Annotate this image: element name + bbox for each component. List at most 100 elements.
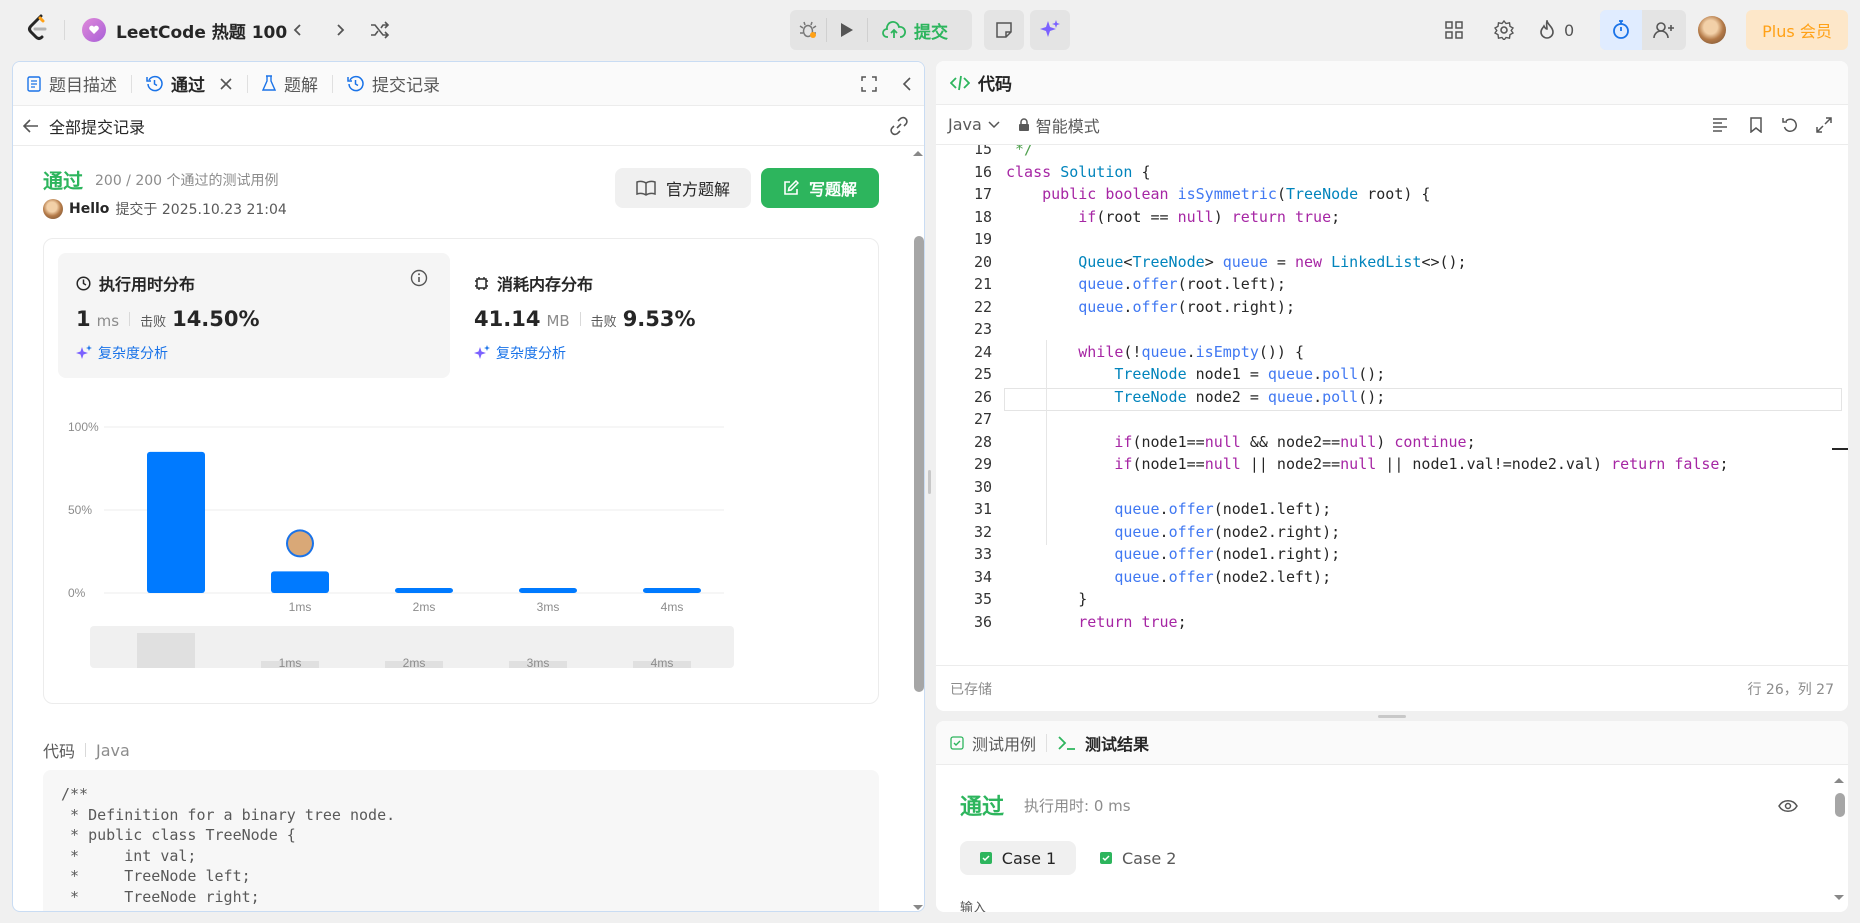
tab-submissions[interactable]: 提交记录 [333,62,454,106]
tab-description[interactable]: 题目描述 [13,62,131,106]
avatar[interactable] [1698,16,1726,44]
code-line[interactable]: queue.offer(root.left); [1006,273,1729,296]
complexity-label: 复杂度分析 [98,346,168,362]
chevron-left-icon [902,77,911,91]
user-marker-avatar[interactable] [288,531,312,556]
histogram-bar[interactable] [643,588,701,593]
horizontal-resize-handle[interactable] [1378,715,1406,718]
case-2-tab[interactable]: Case 2 [1100,841,1176,875]
tab-testcase[interactable]: 测试用例 [950,731,1046,755]
chip-icon [475,276,488,290]
beats-label: 击败 [590,315,617,330]
settings-button[interactable] [1490,16,1518,44]
vertical-resize-handle[interactable] [928,470,931,494]
histogram-bar[interactable] [147,451,205,593]
write-solution-label: 写题解 [808,180,857,199]
code-line[interactable] [1006,318,1729,341]
layout-button[interactable] [1440,16,1468,44]
runtime-complexity-link[interactable]: 复杂度分析 [76,343,168,363]
scroll-down-icon[interactable] [1832,893,1846,903]
streak-counter[interactable]: 0 [1538,16,1574,44]
memory-complexity-link[interactable]: 复杂度分析 [474,343,566,363]
code-line[interactable]: queue.offer(root.right); [1006,296,1729,319]
reset-button[interactable] [1780,115,1800,135]
runtime-distribution-chart[interactable]: 100% 50% 0% 1ms 2ms 3ms 4ms 1ms 2ms 3ms 4ms [44,389,880,689]
code-lines: */class Solution { public boolean isSymm… [1006,145,1729,633]
close-icon[interactable] [219,77,233,91]
code-line[interactable]: while(!queue.isEmpty()) { [1006,341,1729,364]
top-navbar: LeetCode 热题 100 提交 0 Plus 会员 [0,0,1860,60]
debug-button[interactable] [790,10,826,50]
submit-button[interactable]: 提交 [868,10,962,50]
notes-button[interactable] [984,10,1024,50]
code-line[interactable]: if(root == null) return true; [1006,206,1729,229]
ai-assistant-button[interactable] [1030,10,1070,50]
code-line[interactable] [1006,408,1729,431]
official-solution-button[interactable]: 官方题解 [615,168,751,208]
code-line[interactable]: queue.offer(node2.right); [1006,521,1729,544]
code-line[interactable]: Queue<TreeNode> queue = new LinkedList<>… [1006,251,1729,274]
code-line[interactable]: if(node1==null && node2==null) continue; [1006,431,1729,454]
left-tabbar: 题目描述 通过 题解 提交记录 [13,62,924,106]
code-line[interactable]: class Solution { [1006,161,1729,184]
histogram-bar[interactable] [395,588,453,593]
code-line[interactable]: } [1006,588,1729,611]
code-line[interactable] [1006,228,1729,251]
tab-solutions[interactable]: 题解 [248,62,332,106]
smart-mode-toggle[interactable]: 智能模式 [1018,113,1100,137]
scroll-up-icon[interactable] [1832,775,1846,785]
tab-label: 测试结果 [1085,734,1150,754]
left-scrollbar[interactable] [911,148,925,912]
line-number: 20 [973,252,992,271]
random-problem-button[interactable] [366,16,394,44]
code-line[interactable]: return true; [1006,611,1729,634]
collapse-button[interactable] [897,74,917,94]
link-icon [890,116,908,136]
timer-button[interactable] [1600,10,1642,50]
fullscreen-button[interactable] [1814,115,1834,135]
code-line[interactable]: queue.offer(node2.left); [1006,566,1729,589]
case-1-tab[interactable]: Case 1 [960,841,1076,875]
code-line[interactable]: queue.offer(node1.left); [1006,498,1729,521]
leetcode-logo[interactable] [26,14,50,42]
maximize-button[interactable] [859,74,879,94]
next-problem-button[interactable] [326,16,354,44]
histogram-bar[interactable] [271,571,329,593]
user-avatar[interactable] [43,199,63,219]
submitted-code-block[interactable]: /** * Definition for a binary tree node.… [43,770,879,911]
plus-label: Plus 会员 [1762,22,1832,41]
memory-card[interactable]: 消耗内存分布 41.14 MB 击败 9.53% 复杂度分析 [458,253,858,378]
code-line[interactable] [1006,476,1729,499]
format-button[interactable] [1710,115,1730,135]
code-line[interactable]: TreeNode node1 = queue.poll(); [1006,363,1729,386]
problem-list-button[interactable]: LeetCode 热题 100 [82,14,287,46]
code-line[interactable]: TreeNode node2 = queue.poll(); [1006,386,1729,409]
histogram-bar[interactable] [519,588,577,593]
eye-icon[interactable] [1778,799,1798,813]
prev-problem-button[interactable] [284,16,312,44]
write-solution-button[interactable]: 写题解 [761,168,879,208]
plus-membership-button[interactable]: Plus 会员 [1746,10,1848,50]
code-editor[interactable]: 15 16 17 18 19 20 21 22 23 24 25 26 27 28 29 30 31 32 33 34… [936,145,1848,665]
tab-test-result[interactable]: 测试结果 [1047,731,1149,755]
result-scrollbar[interactable] [1832,775,1846,912]
code-line[interactable]: if(node1==null || node2==null || node1.v… [1006,453,1728,476]
username[interactable]: Hello [69,201,109,217]
runtime-card[interactable]: 执行用时分布 1 ms 击败 14.50% 复杂度分析 [58,253,450,378]
bookmark-button[interactable] [1746,115,1766,135]
language-select[interactable]: Java [948,115,1000,134]
info-icon[interactable] [410,269,428,287]
share-link-button[interactable] [889,116,909,136]
scrollbar-thumb[interactable] [914,236,924,692]
scroll-down-icon[interactable] [911,903,925,912]
run-button[interactable] [827,10,867,50]
scrollbar-thumb[interactable] [1835,793,1845,817]
invite-button[interactable] [1642,10,1686,50]
study-plan-icon [82,18,106,42]
scroll-up-icon[interactable] [911,148,925,158]
code-line[interactable]: queue.offer(node1.right); [1006,543,1729,566]
code-line[interactable]: public boolean isSymmetric(TreeNode root… [1006,183,1729,206]
code-line[interactable]: */ [1006,145,1729,161]
back-to-all-submissions[interactable]: 全部提交记录 [23,114,145,138]
tab-accepted[interactable]: 通过 [132,62,247,106]
